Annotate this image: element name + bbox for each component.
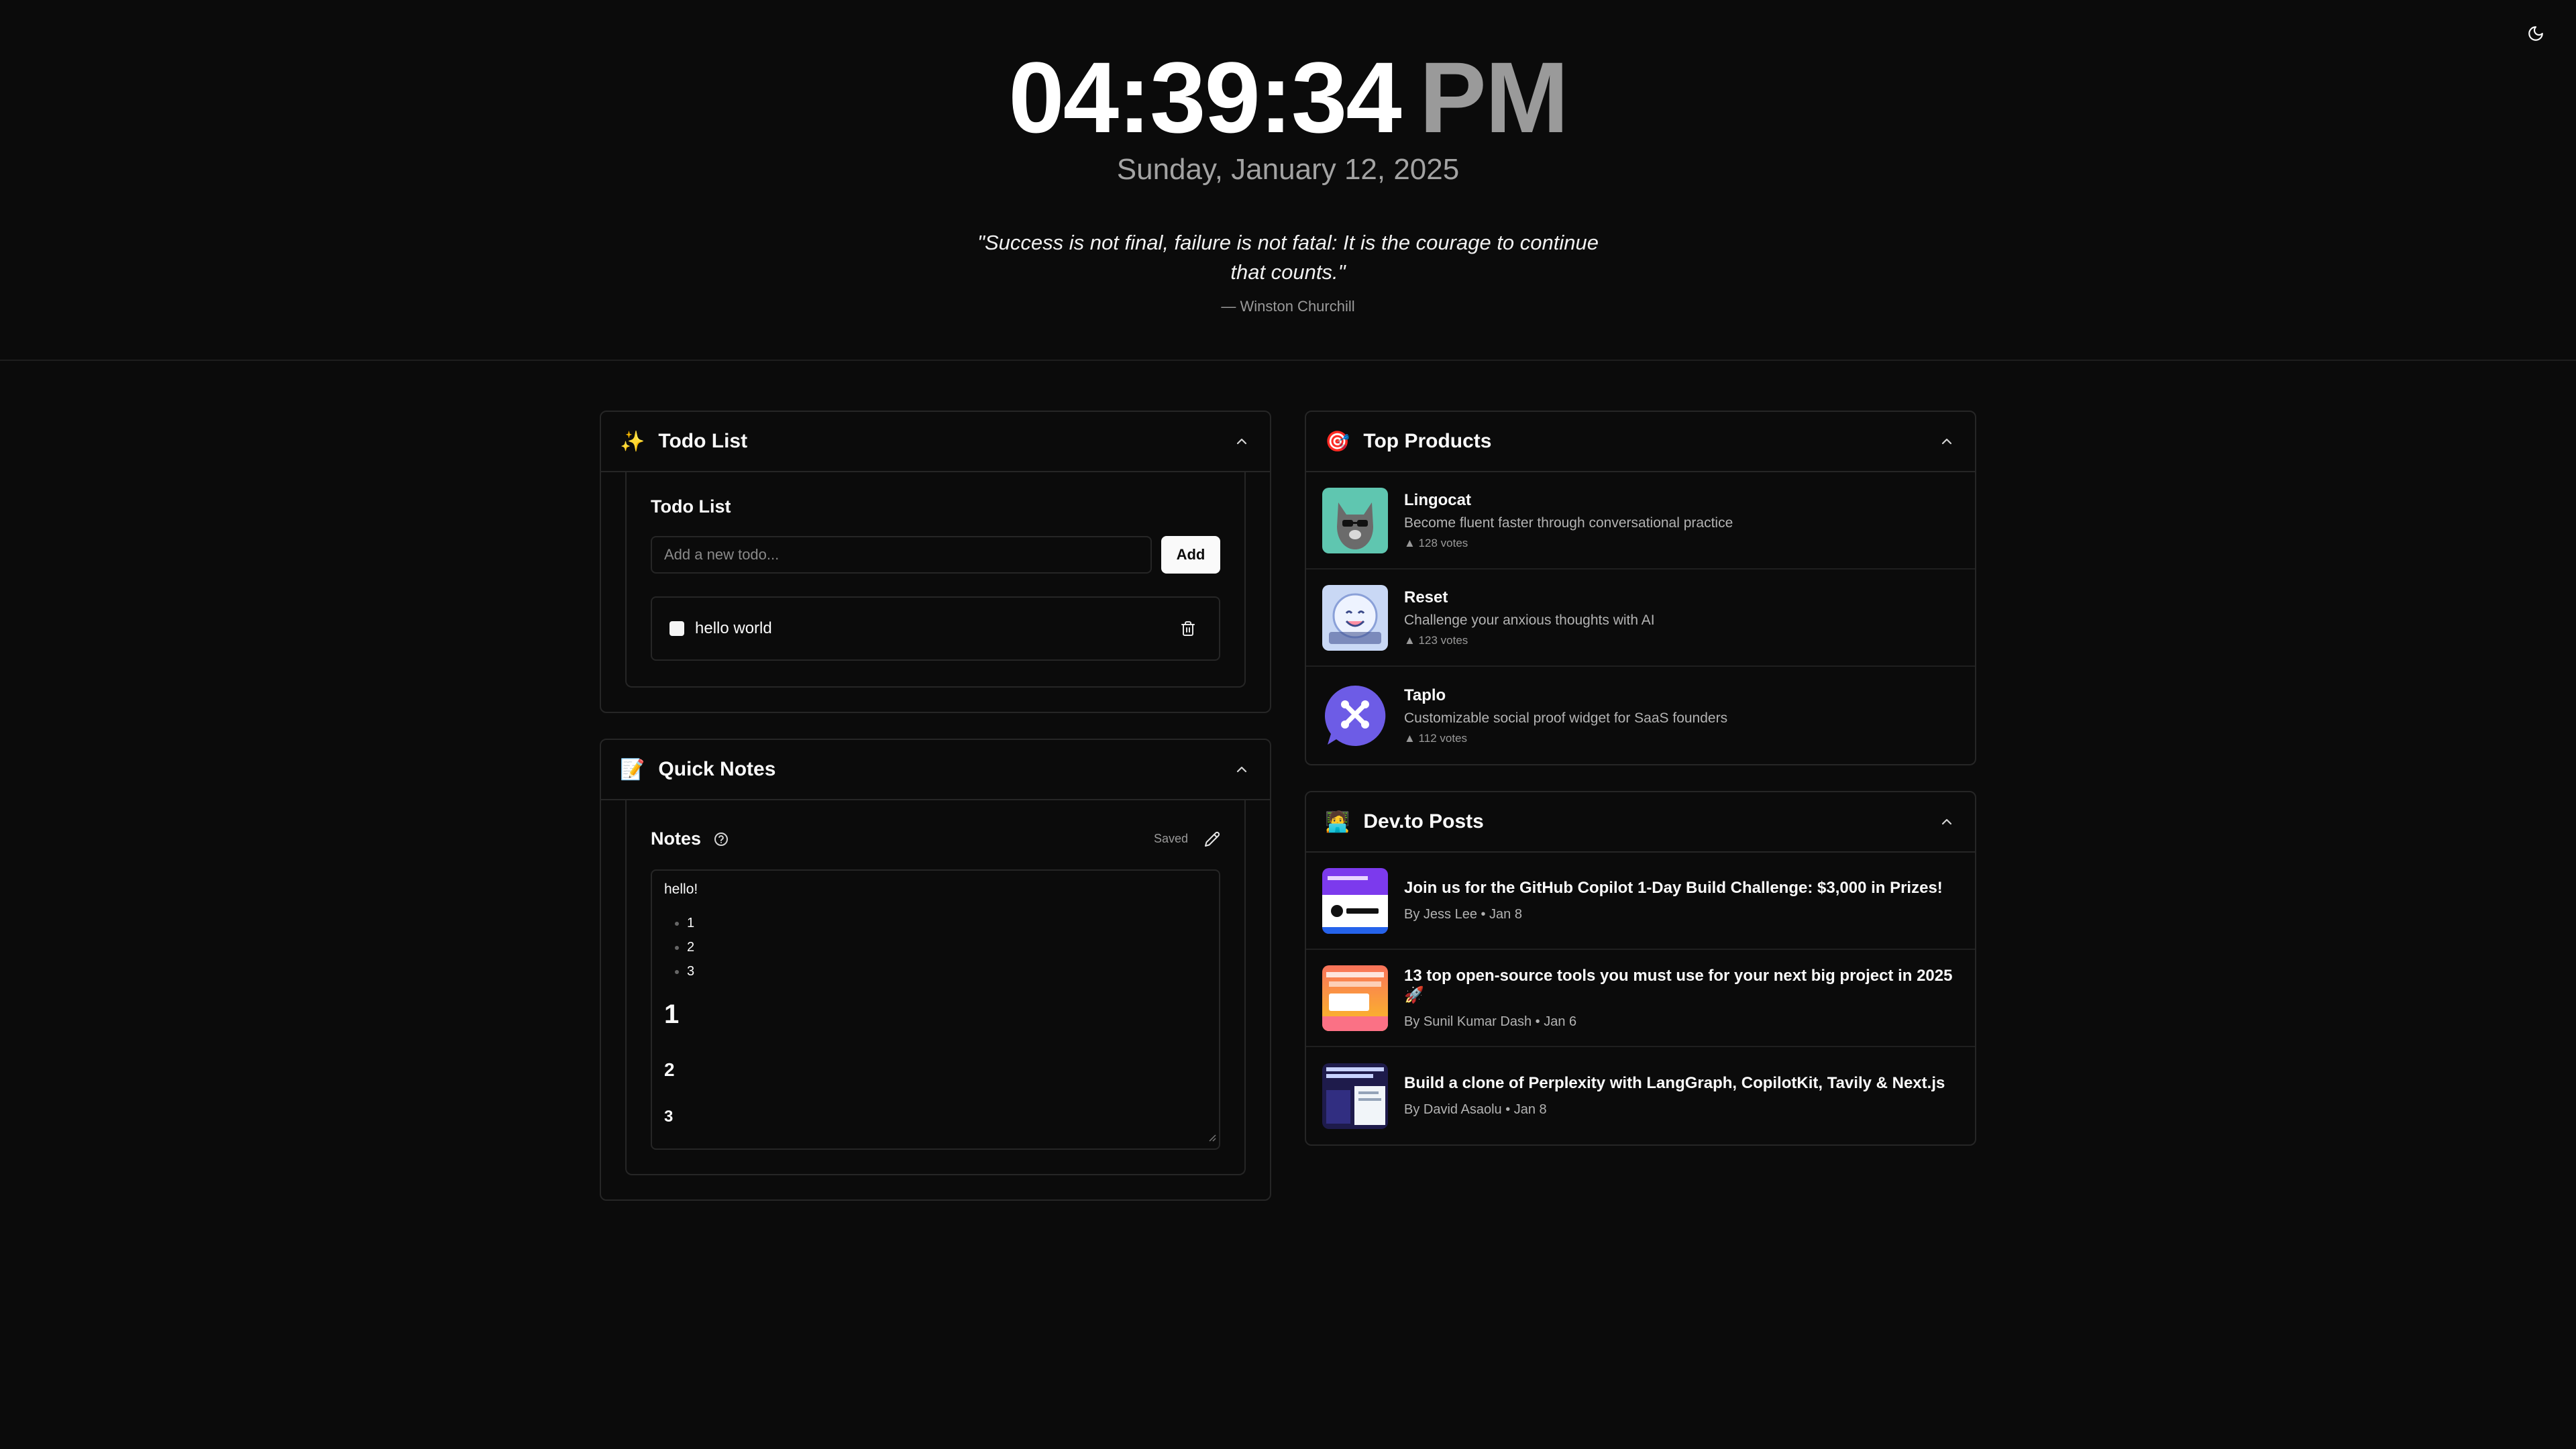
widgets-grid: ✨ Todo List Todo List Add hello world [600,411,1976,1201]
moon-icon [2528,26,2543,41]
notes-bullet: 3 [687,959,1207,983]
notes-toolbar: Notes Saved [651,828,1220,849]
todo-widget-title: Todo List [651,496,731,517]
collapse-todo-button[interactable] [1232,432,1251,451]
notes-card-title: Quick Notes [658,758,776,780]
post-thumbnail [1322,867,1388,934]
github-banner-icon [1322,867,1388,934]
devto-post[interactable]: 13 top open-source tools you must use fo… [1306,950,1975,1047]
help-circle-icon[interactable] [713,831,729,847]
product-item[interactable]: Taplo Customizable social proof widget f… [1306,667,1975,764]
product-votes: ▲ 112 votes [1404,731,1468,745]
products-list: Lingocat Become fluent faster through co… [1306,472,1975,764]
perplexity-clone-banner-icon [1322,1063,1388,1129]
save-status: Saved [1153,832,1188,845]
chevron-up-icon [1941,818,1952,825]
todo-checkbox[interactable] [669,621,684,636]
devto-post[interactable]: Build a clone of Perplexity with LangGra… [1306,1047,1975,1144]
trash-icon [1181,621,1195,636]
chevron-up-icon [1236,438,1247,445]
post-title: Build a clone of Perplexity with LangGra… [1404,1074,1945,1092]
cat-icon [1337,502,1373,549]
products-card: 🎯 Top Products Lingocat Become fluent fa… [1305,411,1976,765]
clock: 04:39:34 PM [1008,47,1568,148]
post-meta: By Sunil Kumar Dash • Jan 6 [1404,1014,1577,1029]
delete-todo-button[interactable] [1180,621,1196,637]
product-item[interactable]: Lingocat Become fluent faster through co… [1306,472,1975,570]
product-thumbnail [1322,584,1388,651]
post-title: Join us for the GitHub Copilot 1-Day Bui… [1404,879,1943,897]
notes-card: 📝 Quick Notes Notes Saved hello! • 1 • 2… [600,739,1271,1201]
notes-bullet-list: 1 2 3 [664,911,1207,983]
todo-input[interactable] [651,536,1152,574]
devto-card-title: Dev.to Posts [1363,810,1484,833]
product-tagline: Customizable social proof widget for Saa… [1404,710,1728,726]
products-card-title: Top Products [1363,430,1492,452]
post-meta: By David Asaolu • Jan 8 [1404,1102,1547,1117]
target-icon: 🎯 [1325,430,1350,453]
post-thumbnail [1322,1063,1388,1129]
devto-post[interactable]: Join us for the GitHub Copilot 1-Day Bui… [1306,853,1975,950]
chevron-up-icon [1941,438,1952,445]
post-thumbnail [1322,965,1388,1031]
memo-icon: 📝 [620,758,645,781]
post-meta: By Jess Lee • Jan 8 [1404,907,1522,922]
devto-card: 🧑‍💻 Dev.to Posts Join us for the GitHub … [1305,791,1976,1146]
edit-notes-button[interactable] [1204,831,1220,847]
notes-heading-2: 2 [664,1059,675,1080]
notes-widget-title: Notes [651,828,702,849]
notes-editor[interactable]: hello! 1 2 3 1 2 3 [651,869,1220,1150]
technologist-icon: 🧑‍💻 [1325,810,1350,833]
left-column: ✨ Todo List Todo List Add hello world [600,411,1271,1201]
product-name: Reset [1404,588,1448,606]
open-source-banner-icon [1322,965,1388,1031]
collapse-products-button[interactable] [1937,432,1956,451]
notes-bullet: 2 [687,935,1207,959]
sparkles-icon: ✨ [620,430,645,453]
taplo-logo-icon [1325,685,1386,746]
notes-card-header[interactable]: 📝 Quick Notes [601,740,1270,800]
hero-header: 04:39:34 PM Sunday, January 12, 2025 "Suc… [0,0,2576,361]
collapse-devto-button[interactable] [1937,812,1956,831]
product-name: Lingocat [1404,490,1471,509]
notes-paragraph: hello! [664,881,698,897]
todo-item-text: hello world [695,619,772,637]
product-thumbnail [1322,487,1388,553]
date-display: Sunday, January 12, 2025 [1116,153,1460,186]
product-votes: ▲ 128 votes [1404,536,1468,549]
post-title: 13 top open-source tools you must use fo… [1404,966,1953,1004]
product-item[interactable]: Reset Challenge your anxious thoughts wi… [1306,570,1975,667]
quote-author: — Winston Churchill [1221,298,1355,315]
todo-form: Add [651,536,1220,574]
todo-item: hello world [651,596,1220,661]
product-votes: ▲ 123 votes [1404,633,1468,647]
right-column: 🎯 Top Products Lingocat Become fluent fa… [1305,411,1976,1201]
product-thumbnail [1322,683,1388,749]
clock-time: 04:39:34 [1008,41,1401,154]
pencil-icon [1205,831,1220,847]
collapse-notes-button[interactable] [1232,760,1251,779]
products-card-header[interactable]: 🎯 Top Products [1306,412,1975,472]
notes-heading-1: 1 [664,1000,680,1029]
clock-ampm: PM [1419,41,1569,154]
todo-card: ✨ Todo List Todo List Add hello world [600,411,1271,713]
product-name: Taplo [1404,686,1446,704]
chevron-up-icon [1236,766,1247,773]
theme-toggle-button[interactable] [2522,20,2549,47]
todo-card-title: Todo List [658,430,748,452]
todo-widget: Todo List Add hello world [625,472,1246,688]
notes-bullet: 1 [687,911,1207,935]
devto-list: Join us for the GitHub Copilot 1-Day Bui… [1306,853,1975,1144]
product-tagline: Become fluent faster through conversatio… [1404,515,1733,531]
product-tagline: Challenge your anxious thoughts with AI [1404,612,1655,628]
add-todo-button[interactable]: Add [1161,536,1220,574]
notes-heading-3: 3 [664,1108,674,1126]
notes-widget: Notes Saved hello! 1 2 [625,800,1246,1175]
devto-card-header[interactable]: 🧑‍💻 Dev.to Posts [1306,792,1975,853]
quote-text: "Success is not final, failure is not fa… [977,231,1599,284]
resize-handle[interactable] [1207,1130,1216,1146]
smiley-icon [1329,593,1381,644]
todo-card-header[interactable]: ✨ Todo List [601,412,1270,472]
